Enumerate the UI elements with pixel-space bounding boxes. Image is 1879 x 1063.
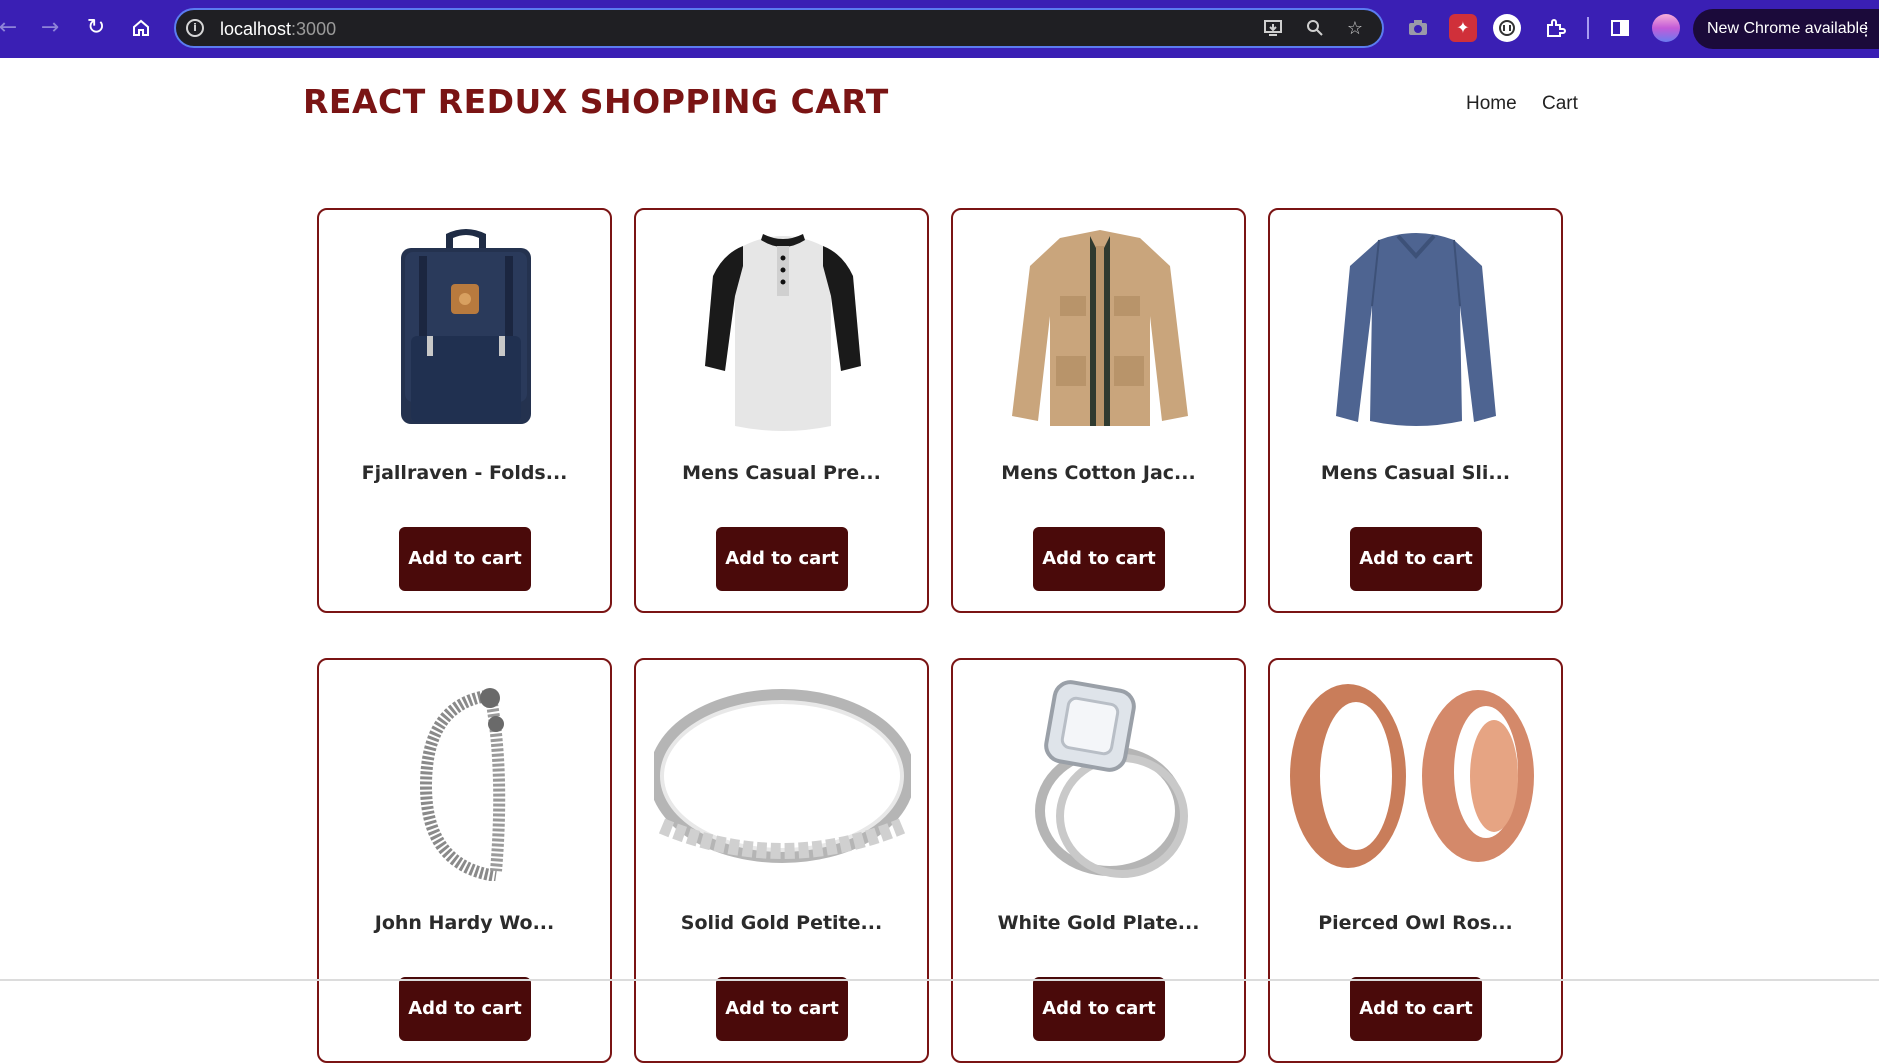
circle-extension-icon[interactable] (1493, 14, 1521, 42)
product-card: Mens Cotton Jac... Add to cart (951, 208, 1246, 613)
nav-cart-link[interactable]: Cart (1542, 93, 1578, 115)
add-to-cart-button[interactable]: Add to cart (1350, 977, 1482, 1041)
product-title[interactable]: John Hardy Wo... (319, 912, 610, 934)
product-card: Pierced Owl Ros... Add to cart (1268, 658, 1563, 1063)
product-title[interactable]: White Gold Plate... (953, 912, 1244, 934)
brand-title[interactable]: REACT REDUX SHOPPING CART (303, 82, 889, 121)
product-image-bangle (654, 676, 911, 881)
product-image-backpack (337, 226, 594, 431)
home-icon[interactable] (125, 12, 157, 44)
site-info-icon[interactable]: i (186, 19, 204, 37)
address-bar[interactable]: i localhost:3000 ☆ (174, 8, 1384, 48)
product-image-plugs (1288, 676, 1545, 881)
product-title[interactable]: Pierced Owl Ros... (1270, 912, 1561, 934)
extensions-puzzle-icon[interactable] (1541, 14, 1569, 42)
back-icon[interactable]: ← (0, 12, 24, 44)
add-to-cart-button[interactable]: Add to cart (399, 527, 531, 591)
product-card: John Hardy Wo... Add to cart (317, 658, 612, 1063)
camera-extension-icon[interactable] (1404, 14, 1432, 42)
product-title[interactable]: Mens Cotton Jac... (953, 462, 1244, 484)
product-image-dragon-bracelet (337, 676, 594, 881)
add-to-cart-button[interactable]: Add to cart (1033, 527, 1165, 591)
product-card: White Gold Plate... Add to cart (951, 658, 1246, 1063)
product-card: Fjallraven - Folds... Add to cart (317, 208, 612, 613)
zoom-icon[interactable] (1304, 18, 1326, 40)
forward-icon[interactable]: → (34, 12, 66, 44)
product-image-ring (971, 676, 1228, 881)
update-chrome-button[interactable]: New Chrome available ⋮ (1693, 9, 1879, 49)
add-to-cart-button[interactable]: Add to cart (399, 977, 531, 1041)
add-to-cart-button[interactable]: Add to cart (716, 527, 848, 591)
product-card: Mens Casual Pre... Add to cart (634, 208, 929, 613)
product-title[interactable]: Mens Casual Pre... (636, 462, 927, 484)
side-panel-icon[interactable] (1606, 14, 1634, 42)
game-extension-icon[interactable]: ✦ (1449, 14, 1477, 42)
reload-icon[interactable]: ↻ (80, 12, 112, 44)
add-to-cart-button[interactable]: Add to cart (716, 977, 848, 1041)
product-title[interactable]: Fjallraven - Folds... (319, 462, 610, 484)
bookmark-star-icon[interactable]: ☆ (1344, 18, 1366, 40)
profile-avatar[interactable] (1652, 14, 1680, 42)
page-content: REACT REDUX SHOPPING CART Home Cart Fjal… (0, 58, 1879, 1063)
product-card: Solid Gold Petite... Add to cart (634, 658, 929, 1063)
nav-home-link[interactable]: Home (1466, 93, 1517, 115)
product-title[interactable]: Solid Gold Petite... (636, 912, 927, 934)
install-app-icon[interactable] (1262, 18, 1284, 40)
browser-toolbar: ← → ↻ i localhost:3000 ☆ ✦ New Chrome av… (0, 0, 1879, 58)
product-image-raglan-tee (654, 226, 911, 431)
add-to-cart-button[interactable]: Add to cart (1033, 977, 1165, 1041)
toolbar-separator (1587, 17, 1589, 39)
add-to-cart-button[interactable]: Add to cart (1350, 527, 1482, 591)
product-image-slim-tee (1288, 226, 1545, 431)
url-text[interactable]: localhost:3000 (220, 19, 336, 40)
product-title[interactable]: Mens Casual Sli... (1270, 462, 1561, 484)
more-menu-icon[interactable]: ⋮ (1857, 9, 1875, 49)
product-card: Mens Casual Sli... Add to cart (1268, 208, 1563, 613)
product-image-cotton-jacket (971, 226, 1228, 431)
